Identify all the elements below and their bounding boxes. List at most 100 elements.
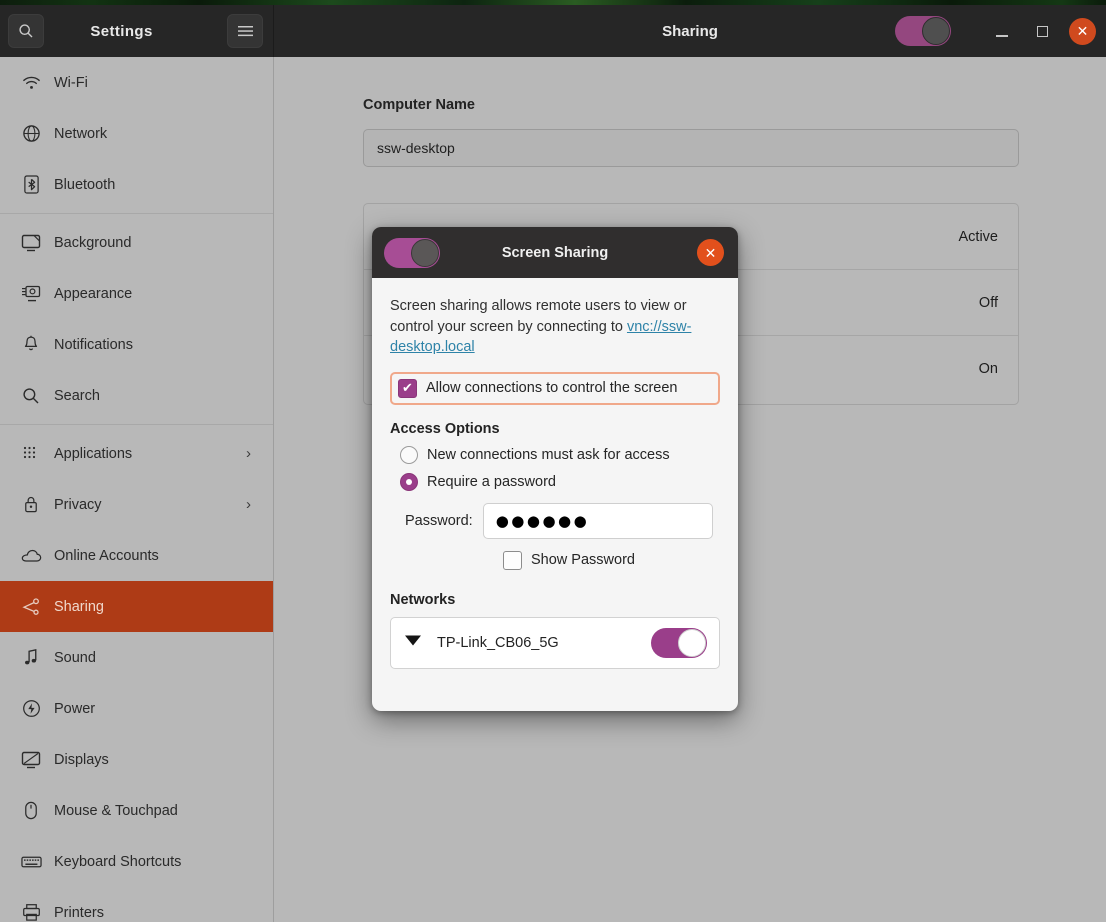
password-input[interactable]: ●●●●●● xyxy=(482,502,713,539)
sharing-master-toggle[interactable] xyxy=(895,16,951,46)
allow-control-checkbox[interactable]: ✔ xyxy=(398,378,417,398)
minimize-icon xyxy=(996,34,1008,37)
sidebar-item-mouse-touchpad[interactable]: Mouse & Touchpad xyxy=(0,785,273,836)
keyboard-icon xyxy=(16,855,46,869)
sidebar-item-label: Printers xyxy=(54,904,104,921)
sidebar-item-background[interactable]: Background xyxy=(0,217,273,268)
network-toggle[interactable] xyxy=(651,627,707,658)
sidebar-item-label: Appearance xyxy=(54,285,133,302)
panel-header: Sharing ✕ xyxy=(274,5,1106,57)
toggle-knob xyxy=(678,628,706,657)
sidebar-item-displays[interactable]: Displays xyxy=(0,734,273,785)
sidebar-item-sharing[interactable]: Sharing xyxy=(0,581,273,632)
sidebar-item-printers[interactable]: Printers xyxy=(0,887,273,922)
chevron-right-icon: › xyxy=(246,496,251,513)
network-name: TP-Link_CB06_5G xyxy=(437,634,559,651)
sidebar-item-appearance[interactable]: Appearance xyxy=(0,268,273,319)
maximize-button[interactable] xyxy=(1029,18,1055,44)
radio-require-password[interactable]: Require a password xyxy=(390,472,720,491)
show-password-row[interactable]: Show Password xyxy=(390,550,720,570)
sidebar-item-sound[interactable]: Sound xyxy=(0,632,273,683)
printer-icon xyxy=(16,903,46,922)
grid-apps-icon xyxy=(16,446,46,462)
power-icon xyxy=(16,699,46,718)
wifi-icon xyxy=(16,75,46,91)
sidebar-item-label: Search xyxy=(54,387,100,404)
settings-window: Settings Sharing ✕ Wi-Fi Network Bluetoo… xyxy=(0,5,1106,922)
sidebar-item-wifi[interactable]: Wi-Fi xyxy=(0,57,273,108)
share-nodes-icon xyxy=(16,597,46,616)
maximize-icon xyxy=(1036,25,1048,37)
allow-control-label: Allow connections to control the screen xyxy=(426,380,678,397)
dialog-titlebar: Screen Sharing ✕ xyxy=(372,227,738,278)
hamburger-menu-button[interactable] xyxy=(227,14,263,48)
bluetooth-icon xyxy=(16,175,46,194)
sidebar-item-label: Sharing xyxy=(54,598,104,615)
music-note-icon xyxy=(16,648,46,667)
search-icon xyxy=(16,387,46,405)
sidebar-item-applications[interactable]: Applications › xyxy=(0,428,273,479)
show-password-checkbox[interactable] xyxy=(503,550,522,570)
window-titlebar: Settings Sharing ✕ xyxy=(0,5,1106,57)
dialog-description: Screen sharing allows remote users to vi… xyxy=(390,296,720,358)
sidebar-item-label: Sound xyxy=(54,649,96,666)
displays-icon xyxy=(16,751,46,769)
sidebar-divider xyxy=(0,213,273,214)
sidebar-item-label: Bluetooth xyxy=(54,176,116,193)
service-status: Off xyxy=(978,294,998,311)
screen-sharing-dialog: Screen Sharing ✕ Screen sharing allows r… xyxy=(372,227,738,711)
allow-control-checkbox-row[interactable]: ✔ Allow connections to control the scree… xyxy=(390,371,720,405)
service-status: On xyxy=(978,361,998,377)
show-password-label: Show Password xyxy=(531,552,635,569)
minimize-button[interactable] xyxy=(989,18,1015,44)
sidebar-item-keyboard-shortcuts[interactable]: Keyboard Shortcuts xyxy=(0,836,273,887)
cloud-icon xyxy=(16,549,46,563)
chevron-right-icon: › xyxy=(246,445,251,462)
background-monitor-icon xyxy=(16,234,46,252)
sidebar-item-network[interactable]: Network xyxy=(0,108,273,159)
sidebar-item-label: Online Accounts xyxy=(54,547,159,564)
wifi-triangle-icon xyxy=(403,632,423,653)
toggle-knob xyxy=(922,17,950,45)
sidebar-item-online-accounts[interactable]: Online Accounts xyxy=(0,530,273,581)
appearance-icon xyxy=(16,285,46,303)
sidebar-item-label: Displays xyxy=(54,751,109,768)
bell-icon xyxy=(16,335,46,354)
sidebar-item-label: Background xyxy=(54,234,132,251)
sidebar-item-privacy[interactable]: Privacy › xyxy=(0,479,273,530)
hamburger-menu-icon xyxy=(237,26,253,37)
sidebar-item-label: Wi-Fi xyxy=(54,74,88,91)
networks-heading: Networks xyxy=(390,591,456,608)
app-title: Settings xyxy=(90,22,153,40)
window-controls: ✕ xyxy=(895,5,1096,57)
radio-label: New connections must ask for access xyxy=(427,446,670,463)
close-button[interactable]: ✕ xyxy=(1069,17,1096,45)
sidebar-item-label: Power xyxy=(54,700,96,717)
sidebar-item-label: Mouse & Touchpad xyxy=(54,802,178,819)
password-row: Password: ●●●●●● xyxy=(390,502,720,539)
sidebar-item-bluetooth[interactable]: Bluetooth xyxy=(0,159,273,210)
radio-new-connections-ask[interactable]: New connections must ask for access xyxy=(390,445,720,464)
lock-icon xyxy=(16,495,46,514)
networks-list: TP-Link_CB06_5G xyxy=(390,616,720,669)
sidebar-divider xyxy=(0,424,273,425)
computer-name-input[interactable]: ssw-desktop xyxy=(363,129,1019,167)
sidebar-item-power[interactable]: Power xyxy=(0,683,273,734)
dialog-close-button[interactable]: ✕ xyxy=(697,239,724,266)
sidebar-item-search[interactable]: Search xyxy=(0,370,273,421)
mouse-icon xyxy=(16,801,46,820)
computer-name-label: Computer Name xyxy=(363,97,475,113)
sidebar-item-label: Network xyxy=(54,125,108,142)
access-options-heading: Access Options xyxy=(390,420,500,437)
sidebar-header: Settings xyxy=(0,5,274,57)
network-globe-icon xyxy=(16,124,46,143)
dialog-body: Screen sharing allows remote users to vi… xyxy=(372,278,738,669)
sidebar-item-label: Notifications xyxy=(54,336,133,353)
service-status: Active xyxy=(958,228,999,245)
sidebar-item-notifications[interactable]: Notifications xyxy=(0,319,273,370)
radio-button[interactable] xyxy=(400,472,418,491)
radio-button[interactable] xyxy=(400,445,418,464)
network-row[interactable]: TP-Link_CB06_5G xyxy=(391,618,719,668)
password-label: Password: xyxy=(405,512,473,529)
sidebar: Wi-Fi Network Bluetooth Background Appea… xyxy=(0,57,274,922)
